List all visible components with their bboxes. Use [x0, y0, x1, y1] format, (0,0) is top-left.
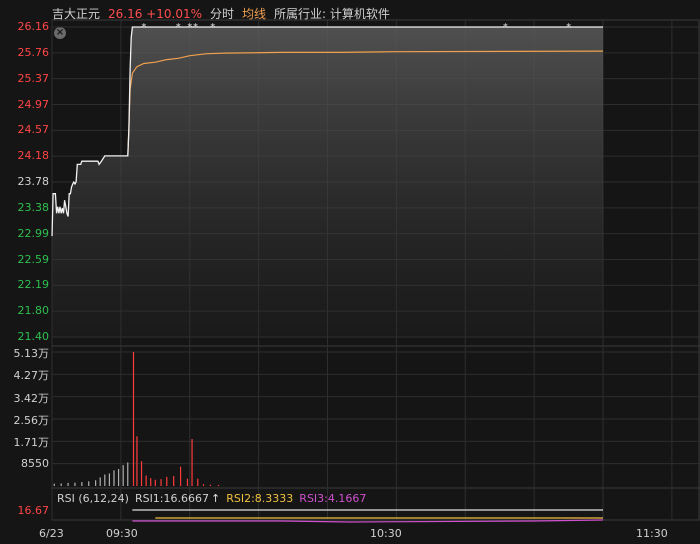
- rsi1-value: RSI1:16.6667: [134, 492, 209, 505]
- time-axis-1130: 11:30: [636, 527, 668, 540]
- volume-axis-label: 1.71万: [13, 436, 50, 450]
- price-axis-label: 24.18: [17, 149, 50, 163]
- rsi3-value: RSI3:4.1667: [299, 492, 367, 505]
- intraday-chart-window: 吉大正元 26.16 +10.01% 分时 均线 所属行业: 计算机软件 × *…: [0, 0, 700, 544]
- price-axis-label: 22.59: [17, 252, 50, 266]
- volume-axis-label: 3.42万: [13, 391, 50, 405]
- price-axis-label: 22.99: [17, 226, 50, 240]
- rsi-title: RSI (6,12,24): [57, 492, 129, 505]
- price-axis-label: 24.97: [17, 97, 50, 111]
- time-axis-date: 6/23: [39, 527, 64, 540]
- trade-marker: *: [187, 22, 192, 33]
- trade-marker: *: [141, 22, 146, 33]
- rsi-axis-value: 16.67: [17, 504, 50, 517]
- price-axis-label: 23.38: [17, 200, 50, 214]
- trade-marker: *: [503, 22, 508, 33]
- rsi1-arrow-icon: ↑: [211, 492, 221, 505]
- price-axis-label: 25.37: [17, 71, 50, 85]
- trade-marker: *: [176, 22, 181, 33]
- trade-marker: *: [210, 22, 215, 33]
- price-area: [52, 27, 603, 337]
- trade-marker: *: [193, 22, 198, 33]
- volume-axis-label: 2.56万: [13, 414, 50, 427]
- price-axis-label: 26.16: [17, 20, 50, 33]
- price-axis-label: 24.57: [17, 123, 50, 137]
- volume-axis-label: 8550: [21, 456, 49, 470]
- chart-canvas: * * * * * * *: [51, 19, 700, 523]
- rsi2-value: RSI2:8.3333: [226, 492, 294, 505]
- volume-axis-label: 4.27万: [13, 369, 50, 383]
- price-axis-label: 22.19: [17, 278, 50, 292]
- rsi-legend: RSI (6,12,24) RSI1:16.6667 ↑ RSI2:8.3333…: [57, 492, 366, 505]
- trade-marker: *: [566, 22, 571, 33]
- price-axis-label: 25.76: [17, 45, 50, 59]
- price-axis-label: 21.40: [17, 330, 50, 343]
- volume-axis-label: 5.13万: [13, 347, 50, 360]
- price-axis-label: 21.80: [17, 304, 50, 318]
- time-axis-0930: 09:30: [106, 527, 138, 540]
- price-axis-label: 23.78: [17, 175, 50, 188]
- time-axis-1030: 10:30: [370, 527, 402, 540]
